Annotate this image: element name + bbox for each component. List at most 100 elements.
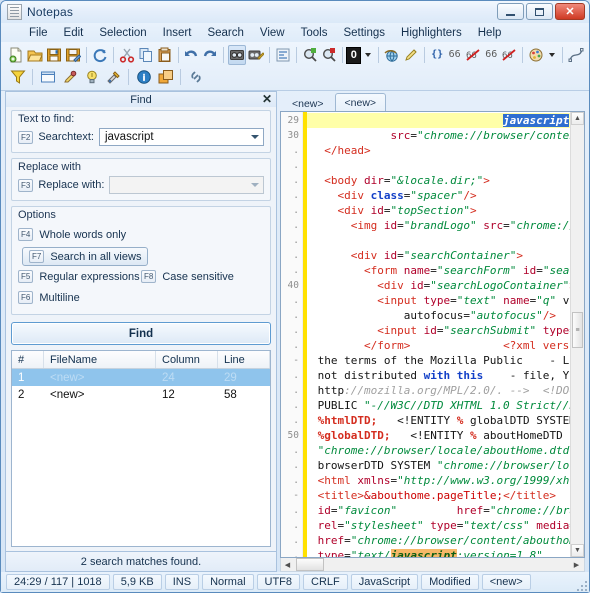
- open-file-icon[interactable]: [26, 45, 44, 65]
- table-row[interactable]: 1 <new> 24 29: [12, 369, 270, 386]
- status-cursor-position[interactable]: 24:29 / 117 | 1018: [6, 574, 110, 590]
- status-selection-mode[interactable]: Normal: [202, 574, 254, 590]
- menu-help[interactable]: Help: [470, 25, 510, 41]
- scroll-down-arrow-icon[interactable]: ▼: [571, 544, 584, 557]
- status-filename[interactable]: <new>: [481, 574, 531, 590]
- copy-icon[interactable]: [137, 45, 155, 65]
- code-line[interactable]: browserDTD SYSTEM "chrome://browser/loca…: [307, 458, 584, 473]
- column-header-filename[interactable]: FileName: [44, 351, 156, 368]
- reload-icon[interactable]: [91, 45, 109, 65]
- menu-edit[interactable]: Edit: [56, 25, 92, 41]
- code-line[interactable]: <div id="searchLogoContainer"><i: [307, 278, 584, 293]
- save-as-icon[interactable]: [64, 45, 82, 65]
- maximize-button[interactable]: [526, 3, 553, 20]
- column-header-line[interactable]: Line: [218, 351, 270, 368]
- scroll-right-arrow-icon[interactable]: ▶: [570, 559, 583, 571]
- code-line[interactable]: <html xmlns="http://www.w3.org/1999/xhtm…: [307, 473, 584, 488]
- bookmark-number[interactable]: 0: [346, 46, 362, 64]
- code-line[interactable]: %htmlDTD; <!ENTITY % globalDTD SYSTEM "c: [307, 413, 584, 428]
- code-line[interactable]: <div id="topSection">: [307, 203, 584, 218]
- palette-dropdown-icon[interactable]: [549, 53, 556, 57]
- code-line[interactable]: </head>: [307, 143, 584, 158]
- status-highlighter[interactable]: JavaScript: [350, 574, 419, 590]
- code-line[interactable]: the terms of the Mozilla Public - Licer: [307, 353, 584, 368]
- close-icon[interactable]: ✕: [262, 93, 272, 106]
- code-line[interactable]: type="text/javascript;version=1.8": [307, 548, 584, 557]
- edit-icon[interactable]: [402, 45, 420, 65]
- find-next-icon[interactable]: [301, 45, 319, 65]
- code-line[interactable]: id="favicon" href="chrome://bran: [307, 503, 584, 518]
- scroll-up-arrow-icon[interactable]: ▲: [571, 112, 584, 125]
- info-icon[interactable]: [133, 67, 154, 87]
- minimize-button[interactable]: [497, 3, 524, 20]
- tab-new-1[interactable]: <new>: [282, 95, 334, 111]
- search-input[interactable]: javascript: [98, 128, 264, 146]
- new-file-icon[interactable]: [7, 45, 25, 65]
- save-file-icon[interactable]: [45, 45, 63, 65]
- status-insert-mode[interactable]: INS: [164, 574, 200, 590]
- code-line[interactable]: [307, 158, 584, 173]
- option-regular-expressions[interactable]: F5 Regular expressions: [18, 266, 141, 287]
- horizontal-scroll-thumb[interactable]: [296, 558, 324, 571]
- replace-input[interactable]: [109, 176, 264, 194]
- code-line[interactable]: <input type="text" name="q" valu: [307, 293, 584, 308]
- replace-icon[interactable]: [247, 45, 265, 65]
- option-multiline[interactable]: F6 Multiline: [18, 287, 141, 308]
- color-palette-icon[interactable]: [527, 45, 545, 65]
- code-line[interactable]: <title>&abouthome.pageTitle;</title>: [307, 488, 584, 503]
- code-line[interactable]: not distributed with this - file, You c: [307, 368, 584, 383]
- code-line[interactable]: href="chrome://browser/content/abouthome…: [307, 533, 584, 548]
- open-url-icon[interactable]: [383, 45, 401, 65]
- copy-window-icon[interactable]: [155, 67, 176, 87]
- column-header-column[interactable]: Column: [156, 351, 218, 368]
- scroll-left-arrow-icon[interactable]: ◀: [281, 559, 294, 571]
- code-line[interactable]: <div id="searchContainer">: [307, 248, 584, 263]
- code-line[interactable]: autofocus="autofocus"/>: [307, 308, 584, 323]
- close-button[interactable]: ✕: [555, 3, 585, 20]
- menu-file[interactable]: File: [21, 25, 56, 41]
- column-header-number[interactable]: #: [12, 351, 44, 368]
- code-line[interactable]: <body dir="&locale.dir;">: [307, 173, 584, 188]
- bookmark-dropdown-icon[interactable]: [365, 53, 372, 57]
- link-icon[interactable]: [185, 67, 206, 87]
- menu-view[interactable]: View: [252, 25, 293, 41]
- table-row[interactable]: 2 <new> 12 58: [12, 386, 270, 403]
- quote-open-icon[interactable]: 66: [446, 45, 463, 65]
- code-line[interactable]: PUBLIC "-//W3C//DTD XHTML 1.0 Strict//EN…: [307, 398, 584, 413]
- code-line[interactable]: %globalDTD; <!ENTITY % aboutHomeDTD SYST: [307, 428, 584, 443]
- code-editor[interactable]: 2930.........40....-....50...-....60.. j…: [280, 111, 585, 558]
- option-whole-words-only[interactable]: F4 Whole words only: [18, 224, 141, 245]
- option-search-in-all-views[interactable]: F7 Search in all views: [22, 247, 149, 266]
- vertical-scroll-thumb[interactable]: ≡: [572, 312, 583, 348]
- code-line[interactable]: rel="stylesheet" type="text/css" media="…: [307, 518, 584, 533]
- chevron-down-icon[interactable]: [248, 129, 261, 145]
- find-prev-icon[interactable]: [320, 45, 338, 65]
- indent-icon[interactable]: [274, 45, 292, 65]
- resize-grip[interactable]: [574, 578, 587, 591]
- menu-search[interactable]: Search: [199, 25, 251, 41]
- status-modified[interactable]: Modified: [421, 574, 479, 590]
- paste-icon[interactable]: [156, 45, 174, 65]
- cut-icon[interactable]: [118, 45, 136, 65]
- tools-icon[interactable]: [103, 67, 124, 87]
- code-line[interactable]: <form name="searchForm" id="search: [307, 263, 584, 278]
- code-line[interactable]: javascript: [307, 113, 584, 128]
- code-line[interactable]: <div class="spacer"/>: [307, 188, 584, 203]
- filter-icon[interactable]: [7, 67, 28, 87]
- undo-icon[interactable]: [182, 45, 200, 65]
- window-icon[interactable]: [37, 67, 58, 87]
- color-picker-icon[interactable]: [59, 67, 80, 87]
- code-line[interactable]: <input id="searchSubmit" type="s: [307, 323, 584, 338]
- quote-strike-icon[interactable]: 66: [464, 45, 482, 65]
- menu-insert[interactable]: Insert: [155, 25, 200, 41]
- code-line[interactable]: </form> <?xml versi: [307, 338, 584, 353]
- quote-close-icon[interactable]: 66: [483, 45, 500, 65]
- vertical-scrollbar[interactable]: ▲ ≡ ▼: [570, 112, 584, 557]
- redo-icon[interactable]: [201, 45, 219, 65]
- menu-highlighters[interactable]: Highlighters: [393, 25, 470, 41]
- menu-settings[interactable]: Settings: [335, 25, 393, 41]
- braces-icon[interactable]: {}: [429, 45, 446, 65]
- code-line[interactable]: [307, 233, 584, 248]
- shape-icon[interactable]: [567, 45, 585, 65]
- status-file-size[interactable]: 5,9 KB: [112, 574, 162, 590]
